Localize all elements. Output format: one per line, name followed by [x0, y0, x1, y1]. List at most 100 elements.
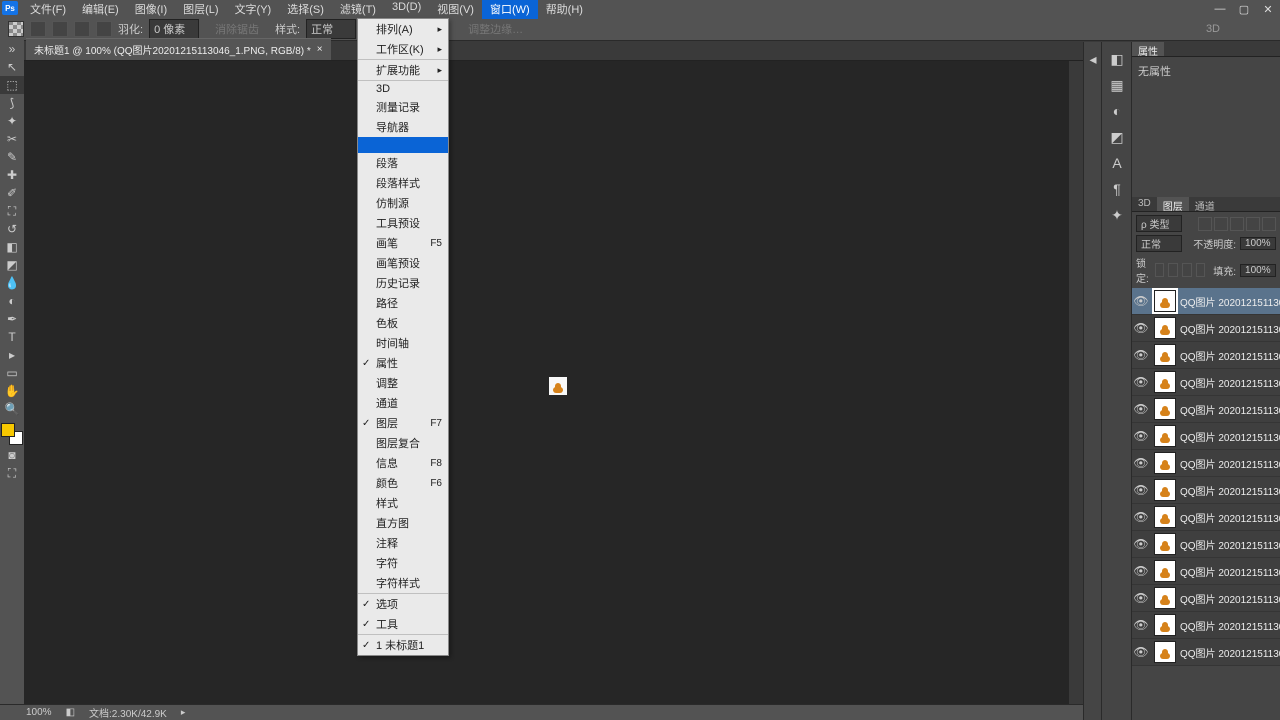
- eyedropper-tool[interactable]: ✎: [0, 148, 24, 166]
- menu-item-3D[interactable]: 3D: [358, 81, 448, 97]
- menu-窗口[interactable]: 窗口(W): [482, 0, 538, 19]
- lasso-tool[interactable]: ⟆: [0, 94, 24, 112]
- menu-item-画笔预设[interactable]: 画笔预设: [358, 253, 448, 273]
- menu-帮助[interactable]: 帮助(H): [538, 0, 591, 19]
- visibility-eye-icon[interactable]: 👁: [1132, 510, 1150, 524]
- canvas-area[interactable]: [24, 61, 1083, 704]
- layer-row[interactable]: 👁QQ图片 20201215113046_...: [1132, 342, 1280, 369]
- move-tool[interactable]: ↖: [0, 58, 24, 76]
- collapse-arrow-icon[interactable]: »: [0, 40, 24, 58]
- lock-transparency-icon[interactable]: [1155, 263, 1165, 277]
- paragraph-panel-icon[interactable]: ¶: [1102, 176, 1132, 202]
- type-tool[interactable]: T: [0, 328, 24, 346]
- healing-tool[interactable]: ✚: [0, 166, 24, 184]
- color-picker[interactable]: [0, 422, 24, 446]
- menu-item-时间轴[interactable]: 时间轴: [358, 333, 448, 353]
- visibility-eye-icon[interactable]: 👁: [1132, 564, 1150, 578]
- zoom-tool[interactable]: 🔍: [0, 400, 24, 418]
- visibility-eye-icon[interactable]: 👁: [1132, 537, 1150, 551]
- dodge-tool[interactable]: ◐: [0, 292, 24, 310]
- lock-pixels-icon[interactable]: [1168, 263, 1178, 277]
- filter-type-icon[interactable]: [1230, 217, 1244, 231]
- layer-row[interactable]: 👁QQ图片 20201215113046_...: [1132, 639, 1280, 666]
- marquee-mode-new[interactable]: [30, 21, 46, 37]
- menu-item-通道[interactable]: 通道: [358, 393, 448, 413]
- menu-item-历史记录[interactable]: 历史记录: [358, 273, 448, 293]
- marquee-mode-intersect[interactable]: [96, 21, 112, 37]
- pen-tool[interactable]: ✒: [0, 310, 24, 328]
- layer-row[interactable]: 👁QQ图片 20201215113046_...: [1132, 558, 1280, 585]
- visibility-eye-icon[interactable]: 👁: [1132, 375, 1150, 389]
- menu-item-highlighted[interactable]: [358, 137, 448, 153]
- menu-item-信息[interactable]: 信息F8: [358, 453, 448, 473]
- swatches-panel-icon[interactable]: ▦: [1102, 72, 1132, 98]
- color-panel-icon[interactable]: ◧: [1102, 46, 1132, 72]
- menu-item-工作区(K)[interactable]: 工作区(K)▸: [358, 39, 448, 60]
- refine-edge-button[interactable]: 调整边缘…: [458, 21, 533, 37]
- navigator-panel-icon[interactable]: ✦: [1102, 202, 1132, 228]
- layer-row[interactable]: 👁QQ图片 20201215113046_...: [1132, 369, 1280, 396]
- menu-item-画笔[interactable]: 画笔F5: [358, 233, 448, 253]
- marquee-tool[interactable]: ⬚: [0, 76, 24, 94]
- menu-视图[interactable]: 视图(V): [429, 0, 482, 19]
- layer-row[interactable]: 👁QQ图片 20201215113046_...: [1132, 612, 1280, 639]
- menu-图像[interactable]: 图像(I): [127, 0, 175, 19]
- hand-tool[interactable]: ✋: [0, 382, 24, 400]
- menu-滤镜[interactable]: 滤镜(T): [332, 0, 384, 19]
- history-brush-tool[interactable]: ↺: [0, 220, 24, 238]
- menu-选择[interactable]: 选择(S): [279, 0, 332, 19]
- quickmask-toggle[interactable]: ◙: [0, 446, 24, 464]
- layer-thumbnail[interactable]: [1154, 425, 1176, 447]
- brush-tool[interactable]: ✐: [0, 184, 24, 202]
- menu-item-色板[interactable]: 色板: [358, 313, 448, 333]
- tab-properties[interactable]: 属性: [1132, 42, 1164, 56]
- layer-filter-type[interactable]: ρ 类型: [1136, 215, 1182, 232]
- layer-row[interactable]: 👁QQ图片 20201215113046_...: [1132, 423, 1280, 450]
- gradient-tool[interactable]: ◩: [0, 256, 24, 274]
- blend-mode-select[interactable]: 正常: [1136, 235, 1182, 252]
- styles-panel-icon[interactable]: ◩: [1102, 124, 1132, 150]
- visibility-eye-icon[interactable]: 👁: [1132, 402, 1150, 416]
- menu-item-颜色[interactable]: 颜色F6: [358, 473, 448, 493]
- menu-item-段落[interactable]: 段落: [358, 153, 448, 173]
- visibility-eye-icon[interactable]: 👁: [1132, 645, 1150, 659]
- document-tab[interactable]: 未标题1 @ 100% (QQ图片20201215113046_1.PNG, R…: [26, 38, 331, 60]
- filter-adjust-icon[interactable]: [1214, 217, 1228, 231]
- menu-item-路径[interactable]: 路径: [358, 293, 448, 313]
- foreground-color-swatch[interactable]: [1, 423, 15, 437]
- menu-3d[interactable]: 3D(D): [384, 0, 429, 19]
- menu-item-图层[interactable]: ✓图层F7: [358, 413, 448, 433]
- filter-shape-icon[interactable]: [1246, 217, 1260, 231]
- style-select[interactable]: 正常: [306, 19, 356, 39]
- menu-item-图层复合[interactable]: 图层复合: [358, 433, 448, 453]
- layer-thumbnail[interactable]: [1154, 398, 1176, 420]
- layer-row[interactable]: 👁QQ图片 20201215113046_...: [1132, 477, 1280, 504]
- menu-item-字符样式[interactable]: 字符样式: [358, 573, 448, 594]
- visibility-eye-icon[interactable]: 👁: [1132, 483, 1150, 497]
- menu-item-扩展功能[interactable]: 扩展功能▸: [358, 60, 448, 81]
- visibility-eye-icon[interactable]: 👁: [1132, 321, 1150, 335]
- layer-thumbnail[interactable]: [1154, 344, 1176, 366]
- zoom-level[interactable]: 100%: [26, 707, 52, 718]
- layer-list[interactable]: 👁QQ图片 20201215113046_...👁QQ图片 2020121511…: [1132, 288, 1280, 666]
- marquee-mode-add[interactable]: [52, 21, 68, 37]
- menu-item-选项[interactable]: ✓选项: [358, 594, 448, 614]
- layer-thumbnail[interactable]: [1154, 533, 1176, 555]
- menu-item-测量记录[interactable]: 测量记录: [358, 97, 448, 117]
- tool-preset-icon[interactable]: [8, 21, 24, 37]
- layer-thumbnail[interactable]: [1154, 452, 1176, 474]
- dock-collapse-icon[interactable]: ◂: [1084, 46, 1102, 72]
- visibility-eye-icon[interactable]: 👁: [1132, 294, 1150, 308]
- layer-row[interactable]: 👁QQ图片 20201215113046_...: [1132, 288, 1280, 315]
- character-panel-icon[interactable]: A: [1102, 150, 1132, 176]
- layer-thumbnail[interactable]: [1154, 560, 1176, 582]
- menu-文字[interactable]: 文字(Y): [227, 0, 280, 19]
- layer-row[interactable]: 👁QQ图片 20201215113046_...: [1132, 531, 1280, 558]
- tab-通道[interactable]: 通道: [1189, 197, 1221, 211]
- feather-value[interactable]: 0 像素: [149, 19, 199, 39]
- fill-value[interactable]: 100%: [1240, 264, 1276, 277]
- layer-row[interactable]: 👁QQ图片 20201215113046_...: [1132, 504, 1280, 531]
- menu-item-工具预设[interactable]: 工具预设: [358, 213, 448, 233]
- tab-图层[interactable]: 图层: [1157, 197, 1189, 211]
- close-tab-icon[interactable]: ×: [317, 44, 323, 55]
